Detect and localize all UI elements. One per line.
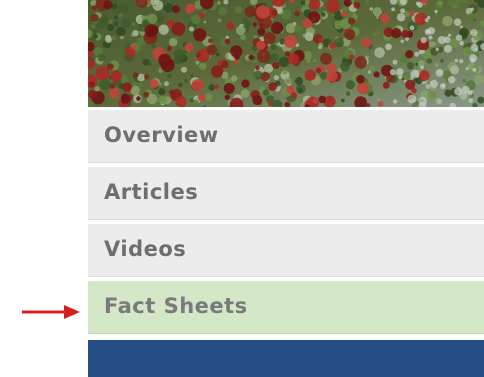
page: Overview Articles Videos Fact Sheets — [0, 0, 484, 377]
menu-item-label: Videos — [104, 237, 187, 261]
menu-item-label: Fact Sheets — [104, 294, 248, 318]
menu-footer-bar — [88, 340, 484, 377]
flowers-header-image — [88, 0, 484, 107]
menu-item-videos[interactable]: Videos — [88, 224, 484, 277]
menu-item-label: Articles — [104, 180, 199, 204]
menu-item-fact-sheets[interactable]: Fact Sheets — [88, 281, 484, 334]
flowers-photo — [88, 0, 484, 107]
menu-item-overview[interactable]: Overview — [88, 110, 484, 163]
arrow-right-icon — [22, 305, 80, 319]
section-nav-panel: Overview Articles Videos Fact Sheets — [88, 0, 484, 377]
menu-item-label: Overview — [104, 123, 219, 147]
section-menu: Overview Articles Videos Fact Sheets — [88, 110, 484, 338]
menu-item-articles[interactable]: Articles — [88, 167, 484, 220]
